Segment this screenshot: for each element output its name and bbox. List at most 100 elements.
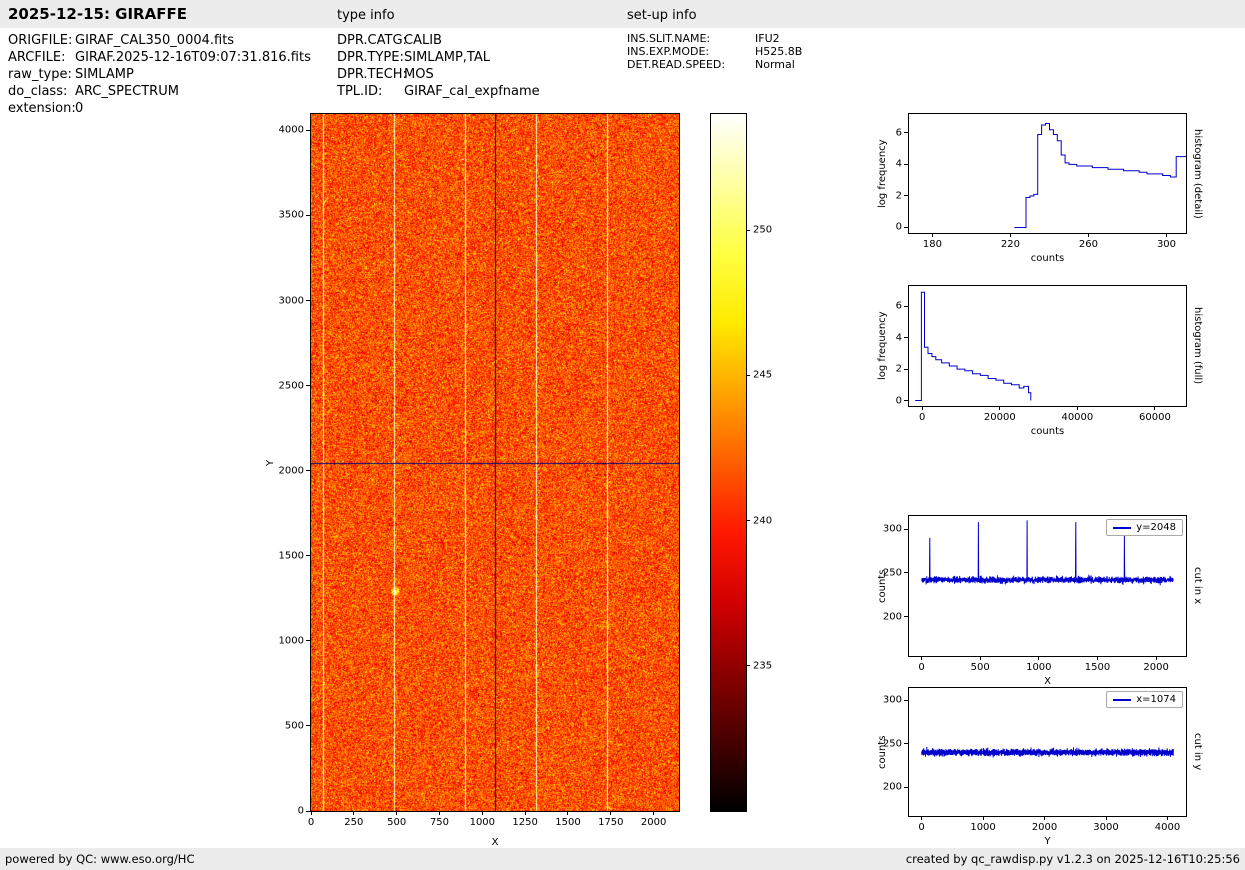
- qc-report-page: 2025-12-15: GIRAFFE type info set-up inf…: [0, 0, 1245, 870]
- tick-mark: [567, 811, 568, 815]
- x-tick-label: 180: [923, 239, 942, 250]
- det-read-speed-key: DET.READ.SPEED:: [627, 58, 725, 71]
- y-tick-label: 0: [298, 806, 304, 817]
- cut-in-y-plot: 01000200030004000200250300Ycountscut in …: [908, 687, 1187, 817]
- tick-mark: [306, 640, 310, 641]
- tick-mark: [932, 233, 933, 237]
- tick-mark: [1154, 406, 1155, 410]
- tick-mark: [983, 816, 984, 820]
- ins-exp-mode-key: INS.EXP.MODE:: [627, 45, 709, 58]
- extension-value: 0: [75, 101, 83, 116]
- do-class-value: ARC_SPECTRUM: [75, 84, 179, 99]
- tick-mark: [311, 811, 312, 815]
- type-info-heading: type info: [337, 8, 395, 23]
- y-tick-label: 2: [896, 364, 902, 375]
- tick-mark: [904, 164, 908, 165]
- x-tick-label: 500: [387, 817, 406, 828]
- x-tick-label: 500: [971, 662, 990, 673]
- tick-mark: [1156, 656, 1157, 660]
- dpr-tech-key: DPR.TECH:: [337, 67, 407, 82]
- x-tick-label: 1250: [512, 817, 537, 828]
- colorbar-tick-label: 250: [753, 225, 772, 236]
- tick-mark: [922, 406, 923, 410]
- tick-mark: [1166, 233, 1167, 237]
- colorbar-tick-label: 240: [753, 515, 772, 526]
- legend-label: x=1074: [1136, 694, 1176, 705]
- y-tick-label: 4000: [279, 125, 304, 136]
- colorbar-tick-label: 245: [753, 370, 772, 381]
- tick-mark: [306, 130, 310, 131]
- tick-mark: [525, 811, 526, 815]
- tick-mark: [306, 215, 310, 216]
- x-tick-label: 220: [1001, 239, 1020, 250]
- x-axis-label: counts: [1031, 426, 1064, 437]
- y-axis-label: log frequency: [877, 114, 888, 233]
- right-axis-label: histogram (detail): [1192, 114, 1203, 233]
- y-axis-label: log frequency: [877, 286, 888, 406]
- tick-mark: [306, 555, 310, 556]
- x-tick-label: 20000: [984, 412, 1016, 423]
- x-tick-label: 2000: [641, 817, 666, 828]
- tick-mark: [746, 665, 750, 666]
- tick-mark: [904, 787, 908, 788]
- tick-mark: [1010, 233, 1011, 237]
- tick-mark: [904, 227, 908, 228]
- x-tick-label: 260: [1079, 239, 1098, 250]
- x-tick-label: 1500: [555, 817, 580, 828]
- cut-in-y-line: [922, 747, 1174, 758]
- tick-mark: [1097, 656, 1098, 660]
- y-tick-label: 2500: [279, 380, 304, 391]
- arcfile-value: GIRAF.2025-12-16T09:07:31.816.fits: [75, 50, 311, 65]
- origfile-value: GIRAF_CAL350_0004.fits: [75, 33, 234, 48]
- tick-mark: [904, 337, 908, 338]
- tick-mark: [999, 406, 1000, 410]
- x-tick-label: 2000: [1032, 822, 1057, 833]
- x-tick-label: 0: [308, 817, 314, 828]
- tick-mark: [921, 816, 922, 820]
- x-tick-label: 0: [919, 412, 925, 423]
- histogram-detail-plot: 1802202603000246countslog frequencyhisto…: [908, 113, 1187, 234]
- y-tick-label: 0: [896, 222, 902, 233]
- tick-mark: [439, 811, 440, 815]
- histogram-full-canvas: [909, 286, 1186, 406]
- y-tick-label: 6: [896, 127, 902, 138]
- tick-mark: [353, 811, 354, 815]
- y-tick-label: 2000: [279, 465, 304, 476]
- dpr-type-value: SIMLAMP,TAL: [404, 50, 490, 65]
- tick-mark: [610, 811, 611, 815]
- tick-mark: [904, 400, 908, 401]
- x-tick-label: 60000: [1139, 412, 1171, 423]
- tick-mark: [653, 811, 654, 815]
- y-tick-label: 1000: [279, 635, 304, 646]
- y-tick-label: 1500: [279, 550, 304, 561]
- tick-mark: [904, 616, 908, 617]
- header-bar: 2025-12-15: GIRAFFE type info set-up inf…: [0, 0, 1245, 28]
- det-read-speed-value: Normal: [755, 58, 795, 71]
- colorbar-tick-label: 235: [753, 660, 772, 671]
- x-axis-label: X: [492, 837, 499, 848]
- cut-in-x-plot: 0500100015002000200250300Xcountscut in x…: [908, 515, 1187, 657]
- right-axis-label: cut in y: [1192, 688, 1203, 816]
- histogram-detail-line: [1014, 124, 1186, 228]
- page-title: 2025-12-15: GIRAFFE: [8, 5, 187, 23]
- tick-mark: [904, 306, 908, 307]
- x-tick-label: 4000: [1155, 822, 1180, 833]
- x-axis-label: counts: [1031, 253, 1064, 264]
- tick-mark: [904, 369, 908, 370]
- legend-line-sample: [1113, 527, 1131, 529]
- tick-mark: [921, 656, 922, 660]
- y-axis-label: counts: [877, 688, 888, 816]
- histogram-full-plot: 02000040000600000246countslog frequencyh…: [908, 285, 1187, 407]
- dpr-type-key: DPR.TYPE:: [337, 50, 404, 65]
- x-tick-label: 1000: [1026, 662, 1051, 673]
- tick-mark: [1106, 816, 1107, 820]
- tick-mark: [1088, 233, 1089, 237]
- x-tick-label: 1000: [470, 817, 495, 828]
- legend: x=1074: [1106, 691, 1183, 708]
- ins-slit-name-value: IFU2: [755, 32, 780, 45]
- tick-mark: [746, 520, 750, 521]
- origfile-key: ORIGFILE:: [8, 33, 72, 48]
- x-tick-label: 1000: [970, 822, 995, 833]
- tick-mark: [306, 470, 310, 471]
- raw-image-canvas: [311, 114, 679, 811]
